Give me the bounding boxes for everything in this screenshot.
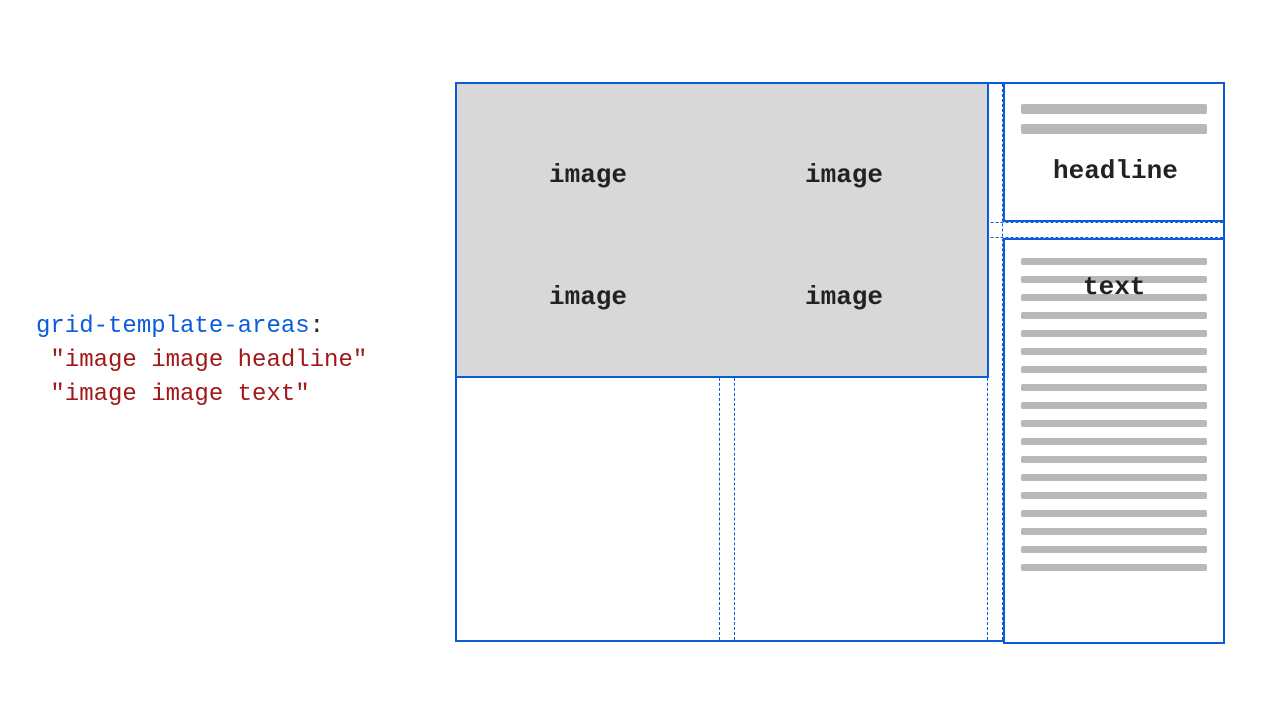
image-cell-label-tl: image: [549, 160, 627, 190]
css-property: grid-template-areas: [36, 313, 310, 340]
placeholder-bar: [1021, 438, 1207, 445]
placeholder-bar: [1021, 474, 1207, 481]
placeholder-bar: [1021, 456, 1207, 463]
column-gap-guide-2: [987, 84, 1003, 640]
css-value-line-1: "image image headline": [50, 347, 367, 374]
placeholder-bar: [1021, 528, 1207, 535]
css-code-block: grid-template-areas: "image image headli…: [36, 310, 367, 412]
placeholder-bar: [1021, 124, 1207, 134]
image-cell-label-br: image: [805, 282, 883, 312]
placeholder-bar: [1021, 564, 1207, 571]
placeholder-bar: [1021, 510, 1207, 517]
image-cell-label-bl: image: [549, 282, 627, 312]
placeholder-bar: [1021, 492, 1207, 499]
placeholder-bar: [1021, 384, 1207, 391]
headline-label: headline: [1053, 156, 1178, 186]
placeholder-bar: [1021, 402, 1207, 409]
placeholder-bar: [1021, 420, 1207, 427]
grid-area-headline: headline: [1003, 82, 1225, 222]
placeholder-bar: [1021, 366, 1207, 373]
css-value-line-2: "image image text": [50, 381, 309, 408]
placeholder-bar: [1021, 330, 1207, 337]
grid-area-text: text: [1003, 238, 1225, 644]
placeholder-bar: [1021, 104, 1207, 114]
grid-diagram: image image image image headline text: [455, 82, 1225, 642]
placeholder-bar: [1021, 546, 1207, 553]
text-label: text: [1083, 272, 1145, 302]
grid-area-image: image image image image: [455, 82, 989, 378]
image-cell-label-tr: image: [805, 160, 883, 190]
placeholder-bar: [1021, 258, 1207, 265]
placeholder-bar: [1021, 348, 1207, 355]
placeholder-bar: [1021, 312, 1207, 319]
